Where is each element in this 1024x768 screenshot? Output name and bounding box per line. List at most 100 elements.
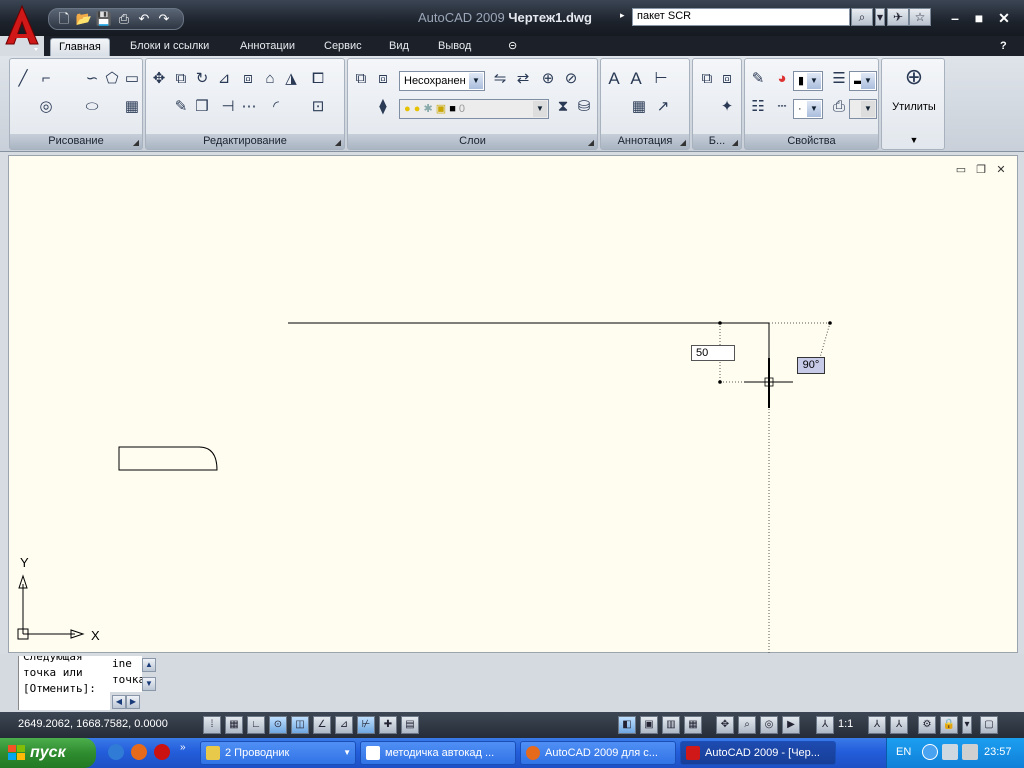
annotation-scale-icon[interactable]: ⅄ xyxy=(816,716,834,734)
edit-attributes-icon[interactable]: ✦ xyxy=(717,97,737,117)
toolbar-lock-icon[interactable]: 🔒 xyxy=(940,716,958,734)
object-snap-icon[interactable]: ◫ xyxy=(291,716,309,734)
scroll-right-icon[interactable]: ▶ xyxy=(126,695,140,709)
viewport-close-icon[interactable]: ✕ xyxy=(994,163,1008,177)
panel-expand-icon[interactable]: ◢ xyxy=(335,138,341,147)
layer-match-icon[interactable]: ⧫ xyxy=(373,97,393,117)
internet-explorer-icon[interactable] xyxy=(108,744,124,760)
zoom-icon[interactable]: ⌕ xyxy=(738,716,756,734)
firefox-icon[interactable] xyxy=(131,744,147,760)
polyline-icon[interactable]: ⌐ xyxy=(36,69,56,89)
taskbar-explorer[interactable]: 2 Проводник ▼ xyxy=(200,741,356,765)
chevron-down-icon[interactable]: ▼ xyxy=(861,101,875,117)
layers-panel-title[interactable]: Слои xyxy=(348,134,597,149)
help-icon[interactable]: ? xyxy=(992,38,1015,56)
modify-panel-title[interactable]: Редактирование xyxy=(146,134,344,149)
search-options-icon[interactable]: ▾ xyxy=(875,8,885,26)
copy-icon[interactable]: ⧉ xyxy=(171,69,191,89)
command-history-secondary[interactable]: ine точка xyxy=(110,656,142,692)
create-block-icon[interactable]: ⧈ xyxy=(717,69,737,89)
color-dropdown[interactable]: ▮ ▼ xyxy=(793,71,823,91)
ortho-icon[interactable]: ∟ xyxy=(247,716,265,734)
undo-icon[interactable]: ↶ xyxy=(135,11,153,27)
grid-icon[interactable]: ▦ xyxy=(225,716,243,734)
ribbon-minimize-icon[interactable]: ⊝ xyxy=(500,38,525,56)
annotation-scale-value[interactable]: 1:1 xyxy=(838,718,853,730)
dynamic-input-field[interactable]: 50 xyxy=(691,345,735,361)
tray-expand-icon[interactable] xyxy=(922,744,938,760)
plot-style-dropdown[interactable]: ▼ xyxy=(849,99,877,119)
erase-icon[interactable]: ✎ xyxy=(171,97,191,117)
clock[interactable]: 23:57 xyxy=(984,746,1012,758)
move-icon[interactable]: ✥ xyxy=(149,69,169,89)
showmotion-icon[interactable]: ▶ xyxy=(782,716,800,734)
panel-expand-icon[interactable]: ◢ xyxy=(588,138,594,147)
chevron-down-icon[interactable]: ▼ xyxy=(807,73,821,89)
break-icon[interactable]: ⊣ xyxy=(218,97,238,117)
annotation-visibility-icon[interactable]: ⅄ xyxy=(868,716,886,734)
line-icon[interactable]: ╱ xyxy=(13,69,33,89)
color-wheel-icon[interactable]: ◕ xyxy=(772,69,792,89)
search-input[interactable]: пакет SCR xyxy=(632,8,850,26)
annotation-panel-title[interactable]: Аннотация xyxy=(601,134,689,149)
autocad-logo-icon[interactable] xyxy=(4,4,40,52)
quick-view-layouts-icon[interactable]: ▥ xyxy=(662,716,680,734)
search-icon[interactable]: ⌕ xyxy=(851,8,873,26)
dimension-icon[interactable]: ⊢ xyxy=(651,69,671,89)
close-window-icon[interactable]: ✕ xyxy=(993,8,1015,28)
tab-home[interactable]: Главная xyxy=(50,38,110,56)
polygon-icon[interactable]: ⬠ xyxy=(102,69,122,89)
favorites-star-icon[interactable]: ☆ xyxy=(909,8,931,26)
tab-tools[interactable]: Сервис xyxy=(316,38,370,56)
lineweight-icon[interactable]: ☰ xyxy=(829,69,849,89)
redo-icon[interactable]: ↷ xyxy=(155,11,173,27)
text-style-icon[interactable]: A xyxy=(626,69,646,89)
taskbar-firefox[interactable]: AutoCAD 2009 для с... xyxy=(520,741,676,765)
stretch-icon[interactable]: ⌂ xyxy=(260,69,280,89)
layer-off-icon[interactable]: ⊘ xyxy=(561,69,581,89)
viewport-minimize-icon[interactable]: ▭ xyxy=(954,163,968,177)
chevron-down-icon[interactable]: ▼ xyxy=(807,101,821,117)
tab-output[interactable]: Вывод xyxy=(430,38,479,56)
list-properties-icon[interactable]: ☷ xyxy=(748,97,768,117)
panel-expand-icon[interactable]: ◢ xyxy=(732,138,738,147)
lineweight-dropdown[interactable]: ▬ ▼ xyxy=(849,71,877,91)
properties-match-icon[interactable]: ⊡ xyxy=(308,97,328,117)
tab-annotations[interactable]: Аннотации xyxy=(232,38,303,56)
layer-states-icon[interactable]: ⧈ xyxy=(373,69,393,89)
current-layer-dropdown[interactable]: ● ● ✱ ▣ ■ 0 ▼ xyxy=(399,99,549,119)
dynamic-ucs-icon[interactable]: ⊿ xyxy=(335,716,353,734)
linetype-icon[interactable]: ┄ xyxy=(772,97,792,117)
zoom-extents-icon[interactable]: ⊕ xyxy=(900,66,928,95)
join-icon[interactable]: ⋯ xyxy=(239,97,259,117)
object-snap-tracking-icon[interactable]: ∠ xyxy=(313,716,331,734)
tab-blocks[interactable]: Блоки и ссылки xyxy=(122,38,217,56)
properties-panel-title[interactable]: Свойства xyxy=(745,134,878,149)
opera-icon[interactable] xyxy=(154,744,170,760)
layer-freeze-icon[interactable]: ⧗ xyxy=(553,97,573,117)
layer-properties-icon[interactable]: ⧉ xyxy=(351,69,371,89)
workspace-settings-icon[interactable]: ⚙ xyxy=(918,716,936,734)
leader-icon[interactable]: ↗ xyxy=(653,97,673,117)
communication-center-icon[interactable]: ✈ xyxy=(887,8,909,26)
open-folder-icon[interactable]: 📂 xyxy=(75,11,93,27)
table-icon[interactable]: ▦ xyxy=(629,97,649,117)
status-menu-icon[interactable]: ▾ xyxy=(962,716,972,734)
spline-icon[interactable]: ∽ xyxy=(82,69,102,89)
volume-icon[interactable] xyxy=(962,744,978,760)
layer-state-dropdown[interactable]: Несохранен ▼ xyxy=(399,71,485,91)
plot-style-icon[interactable]: ⎙ xyxy=(829,97,849,117)
multiline-text-icon[interactable]: A xyxy=(604,69,624,89)
layer-lock-icon[interactable]: ⛁ xyxy=(574,97,594,117)
coordinate-readout[interactable]: 2649.2062, 1668.7582, 0.0000 xyxy=(18,718,168,730)
search-expand-icon[interactable]: ▸ xyxy=(620,10,625,21)
scroll-up-icon[interactable]: ▲ xyxy=(142,658,156,672)
layer-isolate-icon[interactable]: ⊕ xyxy=(538,69,558,89)
fillet-icon[interactable]: ◜ xyxy=(266,97,286,117)
chevron-down-icon[interactable]: ▼ xyxy=(861,73,875,89)
trim-icon[interactable]: ⊿ xyxy=(214,69,234,89)
linetype-dropdown[interactable]: · ▼ xyxy=(793,99,823,119)
pan-icon[interactable]: ✥ xyxy=(716,716,734,734)
utilities-panel[interactable]: ⊕ Утилиты ▼ xyxy=(881,58,945,150)
taskbar-word-document[interactable]: методичка автокад ... xyxy=(360,741,516,765)
